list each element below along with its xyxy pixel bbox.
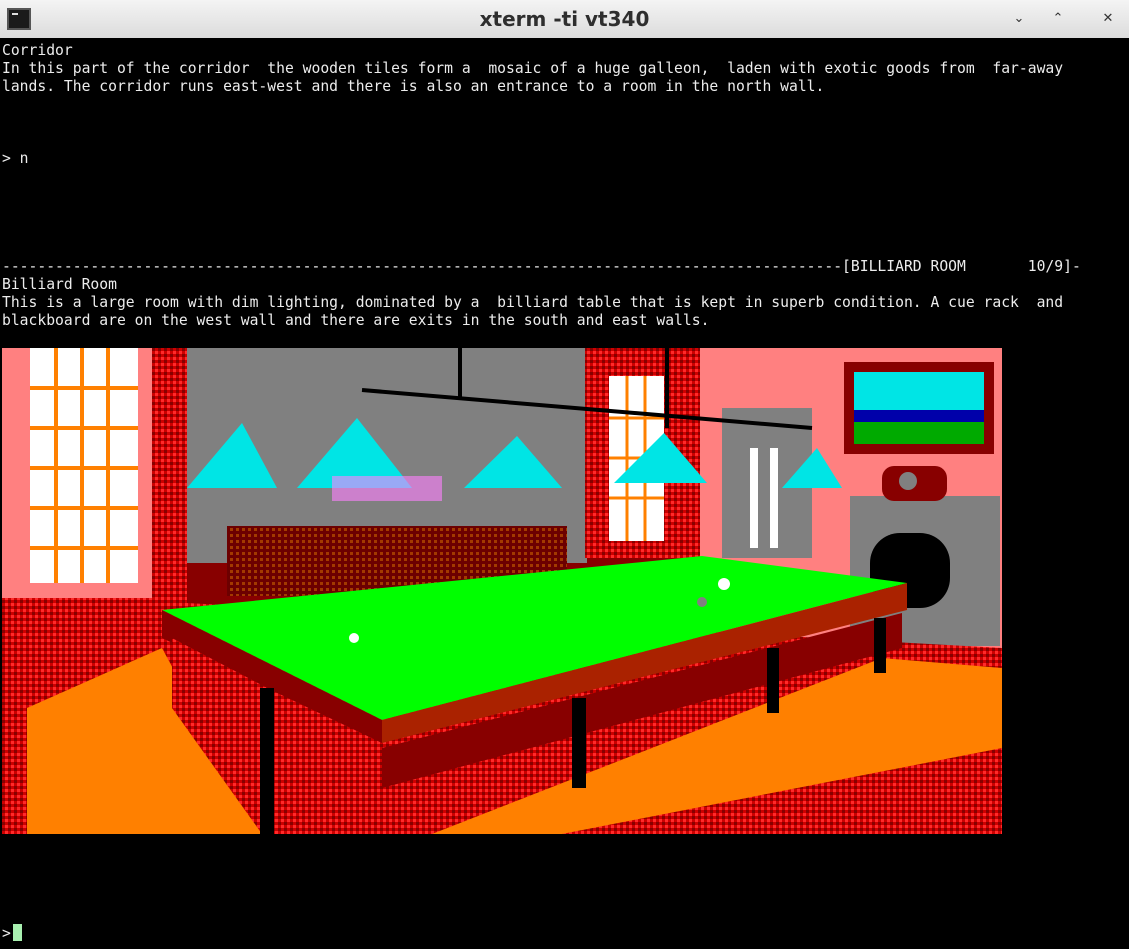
command-echo: > n xyxy=(2,150,29,167)
corridor-description-line-2: lands. The corridor runs east-west and t… xyxy=(2,78,825,95)
title-bar[interactable]: xterm -ti vt340 ⌄ ⌃ ✕ xyxy=(0,0,1129,39)
billiard-room-illustration xyxy=(2,348,1002,834)
text-cursor xyxy=(12,924,22,941)
billiard-description-line-1: This is a large room with dim lighting, … xyxy=(2,294,1064,311)
billiard-description-line-2: blackboard are on the west wall and ther… xyxy=(2,312,710,329)
window-title: xterm -ti vt340 xyxy=(479,7,650,31)
billiard-room-picture xyxy=(2,348,1002,834)
status-line: ----------------------------------------… xyxy=(2,258,1081,275)
prompt-symbol: > xyxy=(2,925,11,942)
left-window xyxy=(30,348,138,583)
room-title-corridor: Corridor xyxy=(2,42,73,59)
wall-painting xyxy=(844,362,994,454)
maximize-button[interactable]: ⌃ xyxy=(1047,8,1069,30)
minimize-button[interactable]: ⌄ xyxy=(1008,8,1030,30)
close-button[interactable]: ✕ xyxy=(1097,8,1119,30)
corridor-description-line-1: In this part of the corridor the wooden … xyxy=(2,60,1064,77)
room-title-billiard: Billiard Room xyxy=(2,276,117,293)
terminal-area[interactable]: Corridor In this part of the corridor th… xyxy=(0,38,1129,949)
xterm-window: xterm -ti vt340 ⌄ ⌃ ✕ Corridor In this p… xyxy=(0,0,1129,949)
input-prompt[interactable]: > xyxy=(2,924,22,942)
